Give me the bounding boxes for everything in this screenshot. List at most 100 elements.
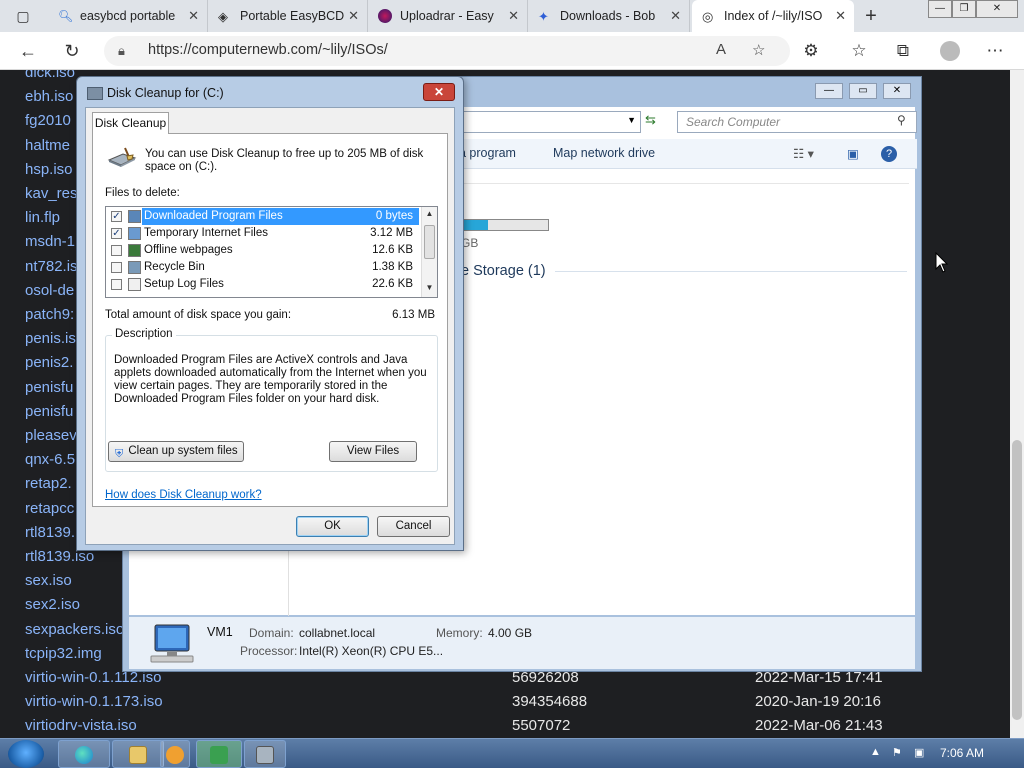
file-type-icon [128, 210, 141, 223]
listing-link[interactable]: sexpackers.iso [25, 621, 124, 645]
map-network-drive-command[interactable]: Map network drive [553, 146, 655, 160]
cw-search-input[interactable]: Search Computer [677, 111, 917, 133]
listing-link[interactable]: virtiodrv-vista.iso [25, 717, 137, 738]
refresh-icon[interactable]: ↻ [58, 38, 86, 64]
network-tray-icon[interactable]: ▣ [914, 746, 924, 759]
close-tab-icon[interactable]: ✕ [508, 8, 519, 24]
file-item[interactable]: Offline webpages 12.6 KB [106, 242, 419, 259]
listing-link[interactable]: msdn-1 [25, 233, 75, 257]
listing-link[interactable]: qnx-6.5 [25, 451, 75, 475]
scroll-down-icon[interactable]: ▼ [424, 283, 435, 295]
clean-up-system-files-button[interactable]: ⛨ Clean up system files [108, 441, 244, 462]
show-hidden-icons-icon[interactable]: ▲ [870, 746, 881, 758]
listing-link[interactable]: osol-de [25, 282, 74, 306]
listing-link[interactable]: patch9: [25, 306, 74, 330]
listing-link[interactable]: pleasev [25, 427, 77, 451]
page-scrollbar-thumb[interactable] [1012, 440, 1022, 720]
cw-close-icon[interactable]: ✕ [883, 83, 911, 99]
listing-link[interactable]: sex2.iso [25, 596, 80, 620]
tab-disk-cleanup[interactable]: Disk Cleanup [92, 112, 169, 134]
read-aloud-icon[interactable]: A [716, 41, 726, 58]
back-icon[interactable]: ← [14, 38, 42, 64]
taskbar-network[interactable] [196, 740, 242, 768]
how-disk-cleanup-works-link[interactable]: How does Disk Cleanup work? [105, 489, 262, 501]
restore-icon[interactable]: ❐ [952, 0, 976, 18]
tab-4-active[interactable]: ◎ Index of /~lily/ISO ✕ [692, 0, 854, 32]
file-checkbox[interactable] [111, 245, 122, 256]
cw-minimize-icon[interactable]: — [815, 83, 843, 99]
listing-link[interactable]: dick.iso [25, 70, 75, 88]
listing-link[interactable]: virtio-win-0.1.112.iso [25, 669, 161, 693]
listing-link[interactable]: penis.is [25, 330, 76, 354]
add-favorite-icon[interactable]: ☆ [752, 41, 765, 59]
extensions-icon[interactable]: ⚙ [800, 41, 822, 61]
file-checkbox[interactable]: ✓ [111, 228, 122, 239]
file-item[interactable]: ✓ Temporary Internet Files 3.12 MB [106, 225, 419, 242]
listing-link[interactable]: fg2010 [25, 112, 71, 136]
search-icon[interactable]: ⚲ [897, 113, 906, 127]
tab-1[interactable]: ◈ Portable EasyBCD ✕ [208, 0, 368, 32]
listing-link[interactable]: penisfu [25, 379, 73, 403]
uninstall-program-command[interactable]: a program [459, 146, 516, 160]
tab-3[interactable]: ✦ Downloads - Bob ✕ [528, 0, 690, 32]
preview-pane-icon[interactable]: ▣ [847, 146, 859, 161]
dialog-close-button[interactable]: ✕ [423, 83, 455, 101]
listing-link[interactable]: haltme [25, 137, 70, 161]
file-checkbox[interactable] [111, 262, 122, 273]
new-tab-icon[interactable]: + [858, 4, 884, 28]
collections-icon[interactable]: ⧉ [892, 41, 914, 61]
file-item[interactable]: Recycle Bin 1.38 KB [106, 259, 419, 276]
more-menu-icon[interactable]: ⋯ [984, 41, 1006, 61]
listing-link[interactable]: hsp.iso [25, 161, 73, 185]
file-checkbox[interactable] [111, 279, 122, 290]
view-files-button[interactable]: View Files [329, 441, 417, 462]
listing-link[interactable]: rtl8139.iso [25, 548, 94, 572]
taskbar-disk-cleanup[interactable] [244, 740, 286, 768]
storage-group-header[interactable]: e Storage (1) [461, 263, 546, 279]
listing-link[interactable]: retapcc [25, 500, 74, 524]
listing-link[interactable]: penis2. [25, 354, 73, 378]
listing-link[interactable]: tcpip32.img [25, 645, 102, 669]
profile-avatar[interactable] [940, 41, 960, 61]
listing-link[interactable]: kav_res [25, 185, 78, 209]
taskbar-media-player[interactable] [160, 740, 190, 768]
minimize-icon[interactable]: — [928, 0, 952, 18]
tab-2[interactable]: Uploadrar - Easy ✕ [368, 0, 528, 32]
close-tab-icon[interactable]: ✕ [188, 8, 199, 24]
file-item[interactable]: ✓ Downloaded Program Files 0 bytes [106, 208, 419, 225]
url-field[interactable]: 🔒︎ https://computernewb.com/~lily/ISOs/ … [104, 36, 790, 66]
scroll-up-icon[interactable]: ▲ [424, 209, 435, 221]
tab-0[interactable]: 🔍︎ easybcd portable ✕ [48, 0, 208, 32]
close-tab-icon[interactable]: ✕ [348, 8, 359, 24]
listing-link[interactable]: rtl8139. [25, 524, 75, 548]
cw-maximize-icon[interactable]: ▭ [849, 83, 877, 99]
close-window-icon[interactable]: ✕ [976, 0, 1018, 18]
view-options-icon[interactable]: ☷ ▾ [793, 146, 814, 161]
listing-link[interactable]: virtio-win-0.1.173.iso [25, 693, 163, 717]
close-tab-icon[interactable]: ✕ [835, 8, 846, 24]
refresh-icon[interactable]: ⇆ [645, 112, 656, 128]
listing-link[interactable]: lin.flp [25, 209, 60, 233]
listing-link[interactable]: sex.iso [25, 572, 72, 596]
favorites-icon[interactable]: ☆ [848, 41, 870, 61]
ok-button[interactable]: OK [296, 516, 369, 537]
list-scrollbar[interactable]: ▲ ▼ [421, 207, 437, 297]
help-icon[interactable]: ? [881, 146, 897, 162]
tab-actions-icon[interactable]: ▢ [10, 4, 36, 28]
cancel-button[interactable]: Cancel [377, 516, 450, 537]
list-scrollbar-thumb[interactable] [424, 225, 435, 259]
listing-link[interactable]: retap2. [25, 475, 72, 499]
listing-link[interactable]: nt782.is [25, 258, 78, 282]
listing-link[interactable]: penisfu [25, 403, 73, 427]
file-item[interactable]: Setup Log Files 22.6 KB [106, 276, 419, 293]
drive-usage-bar [459, 219, 549, 231]
close-tab-icon[interactable]: ✕ [670, 8, 681, 24]
chevron-down-icon[interactable]: ▼ [627, 115, 636, 125]
taskbar-explorer[interactable] [112, 740, 164, 768]
file-checkbox[interactable]: ✓ [111, 211, 122, 222]
listing-link[interactable]: ebh.iso [25, 88, 73, 112]
start-button[interactable] [8, 740, 44, 768]
action-center-flag-icon[interactable]: ⚑ [892, 746, 902, 759]
clock[interactable]: 7:06 AM [940, 746, 984, 760]
taskbar-edge[interactable] [58, 740, 110, 768]
